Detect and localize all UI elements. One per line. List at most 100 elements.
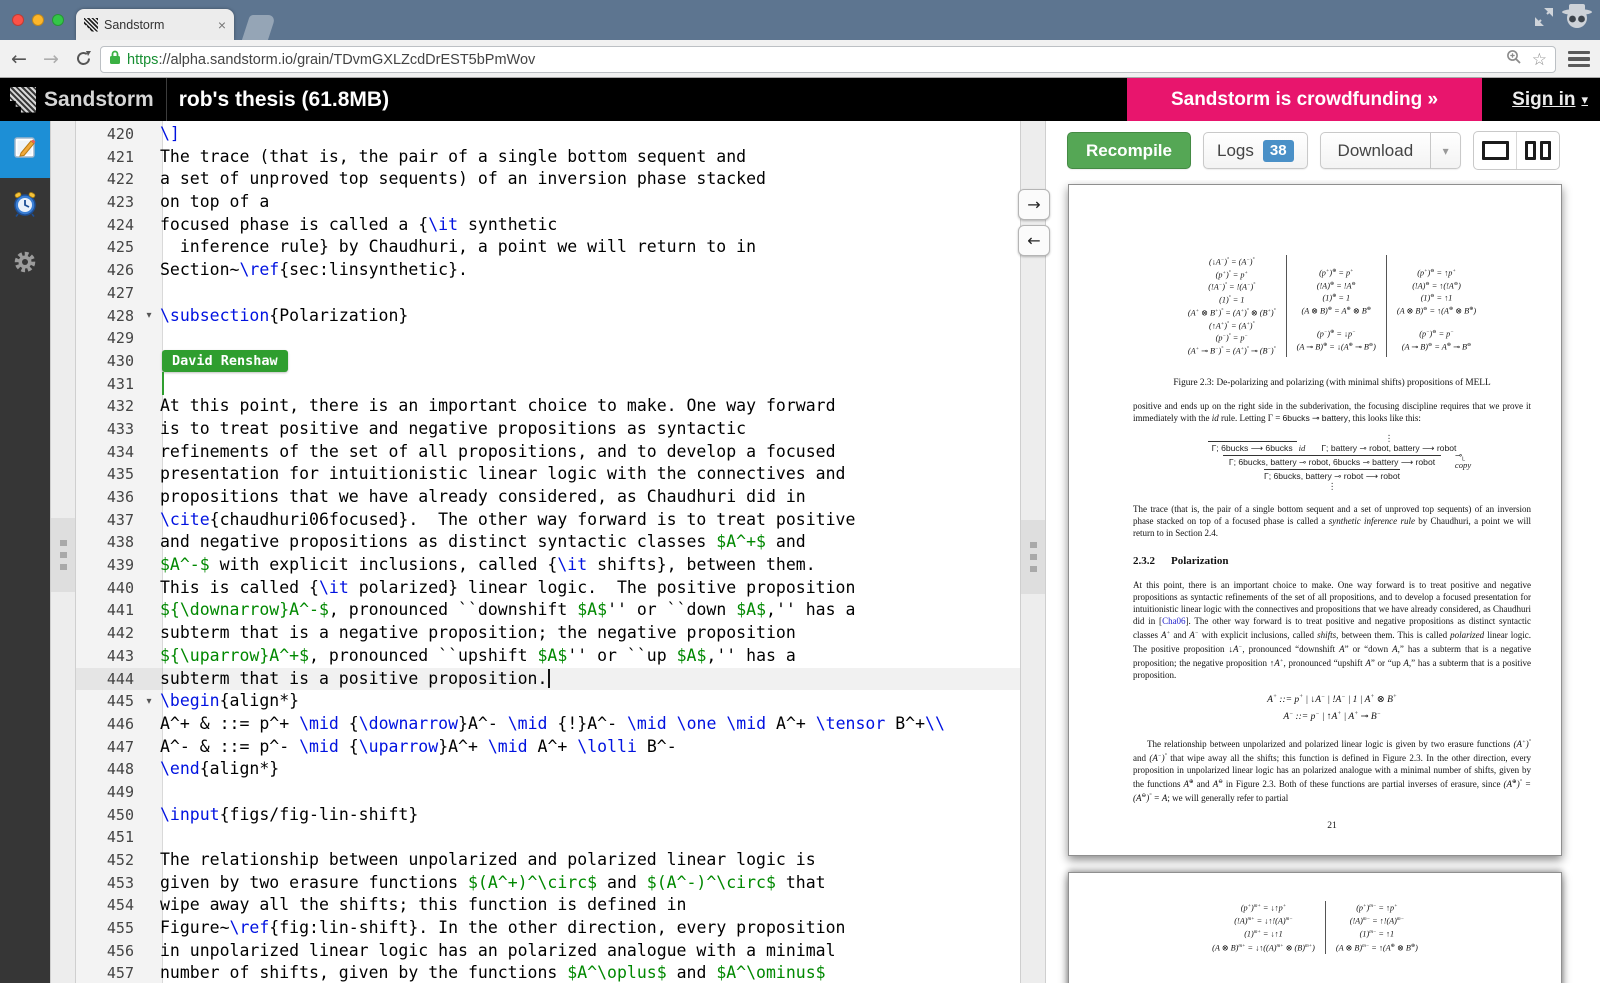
sign-in-button[interactable]: Sign in ▾ xyxy=(1512,78,1588,121)
code-line-439[interactable]: 439$A^-$ with explicit inclusions, calle… xyxy=(76,554,1020,577)
code-line-437[interactable]: 437\cite{chaudhuri06focused}. The other … xyxy=(76,509,1020,532)
code-line-457[interactable]: 457number of shifts, given by the functi… xyxy=(76,962,1020,983)
line-number: 430 xyxy=(76,350,138,373)
text-cursor xyxy=(548,669,550,688)
code-line-455[interactable]: 455Figure~\ref{fig:lin-shift}. In the ot… xyxy=(76,917,1020,940)
code-line-446[interactable]: 446A^+ & ::= p^+ \mid {\downarrow}A^- \m… xyxy=(76,713,1020,736)
pdf-page-22: (p+)m+ = ↓↑p+(!A)m+ = ↓↑!(A)m−(1)m+ = ↓↑… xyxy=(1068,872,1562,983)
editor-pdf-divider[interactable]: → ← xyxy=(1020,121,1046,983)
code-line-431[interactable]: 431 xyxy=(76,373,1020,396)
forward-button[interactable]: → xyxy=(38,46,64,72)
proof-tree: Γ; 6bucks ⟶ 6bucksid ⋮ Γ; battery ⊸ robo… xyxy=(1133,434,1531,491)
code-line-424[interactable]: 424focused phase is called a {\it synthe… xyxy=(76,214,1020,237)
left-divider-grip[interactable] xyxy=(51,518,75,592)
new-tab-button[interactable] xyxy=(242,15,276,40)
code-line-445[interactable]: 445▾\begin{align*} xyxy=(76,690,1020,713)
fold-arrow-icon[interactable]: ▾ xyxy=(138,310,160,321)
alarm-clock-icon xyxy=(11,190,39,223)
sandstorm-topbar: Sandstorm rob's thesis (61.8MB) Sandstor… xyxy=(0,78,1600,121)
code-line-447[interactable]: 447A^- & ::= p^- \mid {\uparrow}A^+ \mid… xyxy=(76,736,1020,759)
code-line-454[interactable]: 454wipe away all the shifts; this functi… xyxy=(76,894,1020,917)
grain-title[interactable]: rob's thesis (61.8MB) xyxy=(179,88,389,112)
expand-arrows-icon xyxy=(1534,7,1554,32)
pdf-page-21: (↓A−)° = (A−)°(p+)° = p+(!A−)° = !(A−)°(… xyxy=(1068,184,1562,856)
code-line-440[interactable]: 440This is called {\it polarized} linear… xyxy=(76,577,1020,600)
url-text: ://alpha.sandstorm.io/grain/TDvmGXLZcdDr… xyxy=(158,52,535,68)
sandstorm-brand[interactable]: Sandstorm xyxy=(44,88,154,112)
single-pane-view-button[interactable] xyxy=(1474,132,1516,169)
sidebar-item-settings[interactable] xyxy=(0,235,50,292)
code-line-443[interactable]: 443${\uparrow}A^+$, pronounced ``upshift… xyxy=(76,645,1020,668)
pdf-paragraph: At this point, there is an important cho… xyxy=(1133,579,1531,681)
code-line-448[interactable]: 448\end{align*} xyxy=(76,758,1020,781)
line-number: 437 xyxy=(76,509,138,532)
code-line-433[interactable]: 433is to treat positive and negative pro… xyxy=(76,418,1020,441)
code-line-435[interactable]: 435presentation for intuitionistic linea… xyxy=(76,463,1020,486)
code-line-429[interactable]: 429 xyxy=(76,327,1020,350)
url-bar[interactable]: https://alpha.sandstorm.io/grain/TDvmGXL… xyxy=(100,46,1556,73)
code-line-438[interactable]: 438and negative propositions as distinct… xyxy=(76,531,1020,554)
collaborator-caret xyxy=(162,372,164,395)
code-line-436[interactable]: 436propositions that we have already con… xyxy=(76,486,1020,509)
sidebar-item-activity[interactable] xyxy=(0,178,50,235)
pdf-scroll-area[interactable]: (↓A−)° = (A−)°(p+)° = p+(!A−)° = !(A−)°(… xyxy=(1046,180,1600,983)
bookmark-star-icon[interactable]: ☆ xyxy=(1532,50,1547,70)
code-line-427[interactable]: 427 xyxy=(76,282,1020,305)
latex-source-editor[interactable]: 420\]421The trace (that is, the pair of … xyxy=(76,121,1020,983)
reload-button[interactable] xyxy=(70,46,96,72)
code-line-426[interactable]: 426Section~\ref{sec:linsynthetic}. xyxy=(76,259,1020,282)
back-button[interactable]: ← xyxy=(6,46,32,72)
code-line-451[interactable]: 451 xyxy=(76,826,1020,849)
lock-icon xyxy=(109,50,121,70)
download-caret-button[interactable]: ▾ xyxy=(1431,132,1461,169)
section-heading: 2.3.2Polarization xyxy=(1133,555,1531,567)
code-line-423[interactable]: 423on top of a xyxy=(76,191,1020,214)
code-line-428[interactable]: 428▾\subsection{Polarization} xyxy=(76,305,1020,328)
zoom-magnifier-icon[interactable] xyxy=(1506,49,1522,70)
line-number: 438 xyxy=(76,531,138,554)
tab-close-icon[interactable]: × xyxy=(218,18,226,32)
code-line-452[interactable]: 452The relationship between unpolarized … xyxy=(76,849,1020,872)
code-line-421[interactable]: 421The trace (that is, the pair of a sin… xyxy=(76,146,1020,169)
line-number: 431 xyxy=(76,373,138,396)
code-line-444[interactable]: 444subterm that is a positive propositio… xyxy=(76,668,1020,691)
favicon-sandstorm-icon xyxy=(84,18,98,32)
code-line-449[interactable]: 449 xyxy=(76,781,1020,804)
code-line-434[interactable]: 434refinements of the set of all proposi… xyxy=(76,441,1020,464)
code-line-425[interactable]: 425 inference rule} by Chaudhuri, a poin… xyxy=(76,236,1020,259)
sync-to-code-button[interactable]: ← xyxy=(1018,225,1050,256)
sync-to-pdf-button[interactable]: → xyxy=(1018,189,1050,220)
code-line-441[interactable]: 441${\downarrow}A^-$, pronounced ``downs… xyxy=(76,599,1020,622)
window-minimize-button[interactable] xyxy=(32,14,44,26)
split-pane-view-button[interactable] xyxy=(1516,132,1559,169)
line-number: 432 xyxy=(76,395,138,418)
code-line-456[interactable]: 456in unpolarized linear logic has an po… xyxy=(76,940,1020,963)
line-number: 454 xyxy=(76,894,138,917)
fold-arrow-icon[interactable]: ▾ xyxy=(138,696,160,707)
left-pane-divider[interactable] xyxy=(50,121,76,983)
code-line-450[interactable]: 450\input{figs/fig-lin-shift} xyxy=(76,804,1020,827)
window-zoom-button[interactable] xyxy=(52,14,64,26)
sandstorm-logo-icon[interactable] xyxy=(10,87,36,113)
recompile-button[interactable]: Recompile xyxy=(1067,132,1191,169)
code-line-422[interactable]: 422a set of unproved top sequents) of an… xyxy=(76,168,1020,191)
browser-tab-strip: Sandstorm × xyxy=(0,0,1600,40)
incognito-spy-icon xyxy=(1560,2,1594,37)
crowdfunding-banner[interactable]: Sandstorm is crowdfunding » xyxy=(1127,78,1482,121)
line-number: 433 xyxy=(76,418,138,441)
download-button[interactable]: Download xyxy=(1320,132,1432,169)
code-line-420[interactable]: 420\] xyxy=(76,123,1020,146)
line-number: 439 xyxy=(76,554,138,577)
chrome-menu-icon[interactable] xyxy=(1568,51,1590,67)
line-number: 435 xyxy=(76,463,138,486)
sidebar-item-editor[interactable] xyxy=(0,121,50,178)
logs-button[interactable]: Logs 38 xyxy=(1203,132,1308,169)
pdf-divider-grip[interactable] xyxy=(1021,520,1045,594)
code-line-453[interactable]: 453given by two erasure functions $(A^+)… xyxy=(76,872,1020,895)
single-pane-icon xyxy=(1482,141,1509,160)
code-line-442[interactable]: 442subterm that is a negative propositio… xyxy=(76,622,1020,645)
browser-tab[interactable]: Sandstorm × xyxy=(76,9,234,40)
browser-toolbar: ← → https://alpha.sandstorm.io/grain/TDv… xyxy=(0,40,1600,78)
code-line-432[interactable]: 432At this point, there is an important … xyxy=(76,395,1020,418)
window-close-button[interactable] xyxy=(12,14,24,26)
